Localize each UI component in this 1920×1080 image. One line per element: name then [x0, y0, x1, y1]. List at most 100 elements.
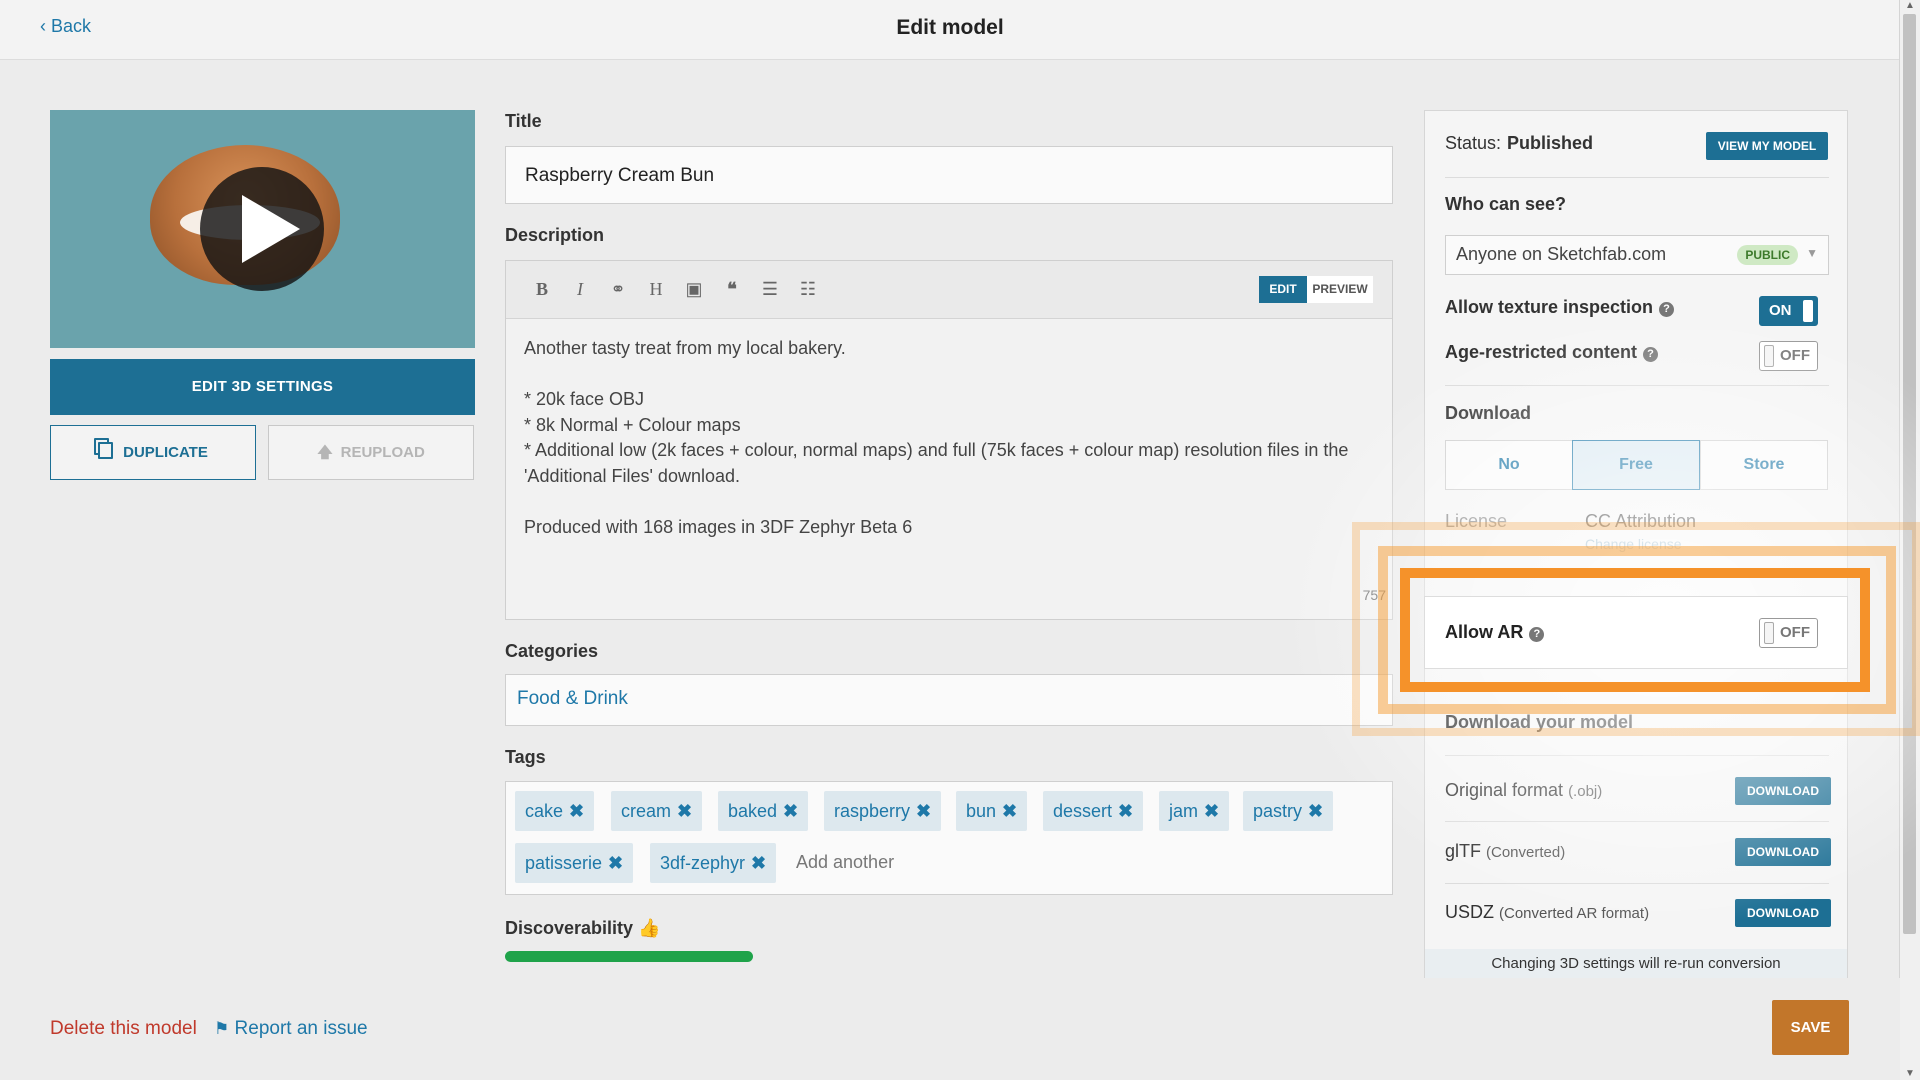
- add-tag-input[interactable]: Add another: [796, 852, 894, 873]
- status-label: Status:: [1445, 133, 1502, 153]
- remove-tag-icon[interactable]: ✖: [1308, 801, 1323, 821]
- visibility-value: Anyone on Sketchfab.com: [1456, 244, 1667, 264]
- bullet-list-icon[interactable]: ☷: [797, 279, 819, 300]
- remove-tag-icon[interactable]: ✖: [677, 801, 692, 821]
- tab-preview[interactable]: PREVIEW: [1307, 276, 1373, 303]
- download-usdz-button[interactable]: DOWNLOAD: [1735, 899, 1831, 927]
- conversion-note: Changing 3D settings will re-run convers…: [1425, 949, 1847, 979]
- texture-inspection-toggle[interactable]: ON: [1759, 296, 1818, 326]
- divider: [1445, 883, 1829, 884]
- tag-chip: jam ✖: [1159, 791, 1230, 831]
- flag-icon: ⚑: [214, 1019, 230, 1038]
- allow-ar-row: Allow AR? OFF: [1424, 596, 1848, 669]
- format-gltf: glTF (Converted): [1445, 841, 1565, 862]
- visibility-select[interactable]: Anyone on Sketchfab.com PUBLIC ▼: [1445, 235, 1829, 275]
- play-icon: [242, 195, 300, 263]
- top-bar: ‹ Back Edit model: [0, 0, 1900, 60]
- report-issue-link[interactable]: ⚑ Report an issue: [214, 1018, 368, 1040]
- help-icon[interactable]: ?: [1529, 627, 1545, 642]
- duplicate-label: DUPLICATE: [123, 444, 208, 461]
- toggle-knob: [1764, 345, 1774, 367]
- description-line: * 8k Normal + Colour maps: [524, 414, 741, 435]
- download-option-no[interactable]: No: [1445, 440, 1573, 490]
- copy-icon: [98, 442, 114, 459]
- tag-chip: bun ✖: [956, 791, 1028, 831]
- format-name: Original format: [1445, 780, 1564, 800]
- format-name: USDZ: [1445, 902, 1494, 922]
- change-license-link[interactable]: Change license: [1585, 536, 1682, 552]
- description-editor[interactable]: B I ⚭ H ▣ ❝ ☰ ☷ EDIT PREVIEW Another tas…: [505, 260, 1393, 620]
- image-icon[interactable]: ▣: [683, 279, 705, 300]
- remove-tag-icon[interactable]: ✖: [916, 801, 931, 821]
- title-input[interactable]: Raspberry Cream Bun: [505, 146, 1393, 204]
- description-line: [524, 489, 1384, 515]
- numbered-list-icon[interactable]: ☰: [759, 279, 781, 300]
- scrollbar[interactable]: ▲ ▼: [1899, 0, 1920, 1080]
- description-line: * Additional low (2k faces + colour, nor…: [524, 440, 1349, 486]
- footer-bar: Delete this model ⚑ Report an issue SAVE: [0, 978, 1900, 1080]
- character-counter: 757: [1362, 587, 1386, 603]
- scroll-down-arrow-icon[interactable]: ▼: [1904, 1068, 1916, 1080]
- tag-label: dessert: [1053, 801, 1113, 821]
- duplicate-button[interactable]: DUPLICATE: [50, 425, 256, 480]
- report-issue-label: Report an issue: [234, 1018, 368, 1039]
- italic-icon[interactable]: I: [569, 279, 591, 300]
- download-original-button[interactable]: DOWNLOAD: [1735, 777, 1831, 805]
- tab-edit[interactable]: EDIT: [1259, 276, 1307, 303]
- allow-ar-toggle[interactable]: OFF: [1759, 618, 1818, 648]
- tag-label: raspberry: [834, 801, 911, 821]
- reupload-button[interactable]: 🡅 REUPLOAD: [268, 425, 474, 480]
- tag-label: cream: [621, 801, 672, 821]
- format-usdz: USDZ (Converted AR format): [1445, 902, 1649, 923]
- download-gltf-button[interactable]: DOWNLOAD: [1735, 838, 1831, 866]
- tag-label: bun: [966, 801, 997, 821]
- play-button[interactable]: [200, 167, 324, 291]
- license-label: License: [1445, 511, 1508, 531]
- tags-input[interactable]: cake ✖ cream ✖ baked ✖ raspberry ✖ bun ✖ dess…: [505, 781, 1393, 895]
- toggle-knob: [1803, 300, 1813, 322]
- view-my-model-button[interactable]: VIEW MY MODEL: [1706, 132, 1828, 160]
- format-original: Original format (.obj): [1445, 780, 1602, 801]
- tag-chip: baked ✖: [718, 791, 809, 831]
- allow-ar-text: Allow AR: [1445, 622, 1524, 642]
- description-line: Produced with 168 images in 3DF Zephyr B…: [524, 516, 913, 537]
- remove-tag-icon[interactable]: ✖: [608, 853, 623, 873]
- settings-panel: Status: Published VIEW MY MODEL Who can …: [1424, 110, 1848, 980]
- tag-label: 3df-zephyr: [660, 853, 746, 873]
- delete-model-link[interactable]: Delete this model: [50, 1018, 197, 1040]
- format-note: (Converted AR format): [1499, 905, 1650, 922]
- description-label: Description: [505, 225, 605, 245]
- tag-label: patisserie: [525, 853, 603, 873]
- link-icon[interactable]: ⚭: [607, 279, 629, 300]
- editor-toolbar: B I ⚭ H ▣ ❝ ☰ ☷ EDIT PREVIEW: [506, 261, 1392, 319]
- help-icon[interactable]: ?: [1643, 347, 1659, 362]
- model-thumbnail[interactable]: [50, 110, 475, 348]
- scroll-thumb[interactable]: [1903, 14, 1916, 934]
- download-option-store[interactable]: Store: [1700, 440, 1828, 490]
- description-line: [524, 362, 1384, 388]
- help-icon[interactable]: ?: [1659, 302, 1675, 317]
- remove-tag-icon[interactable]: ✖: [751, 853, 766, 873]
- heading-icon[interactable]: H: [645, 279, 667, 300]
- age-restricted-label: Age-restricted content?: [1445, 342, 1659, 363]
- description-line: * 20k face OBJ: [524, 389, 645, 409]
- quote-icon[interactable]: ❝: [721, 279, 743, 300]
- thumbs-up-icon: 👍: [638, 918, 661, 938]
- remove-tag-icon[interactable]: ✖: [569, 801, 584, 821]
- categories-label: Categories: [505, 641, 599, 661]
- age-restricted-toggle[interactable]: OFF: [1759, 341, 1818, 371]
- remove-tag-icon[interactable]: ✖: [1204, 801, 1219, 821]
- category-select[interactable]: Food & Drink: [505, 674, 1393, 726]
- save-button[interactable]: SAVE: [1772, 1000, 1849, 1055]
- tag-chip: raspberry ✖: [824, 791, 942, 831]
- description-text[interactable]: Another tasty treat from my local bakery…: [524, 336, 1384, 540]
- bold-icon[interactable]: B: [531, 279, 553, 300]
- remove-tag-icon[interactable]: ✖: [783, 801, 798, 821]
- remove-tag-icon[interactable]: ✖: [1118, 801, 1133, 821]
- tag-chip: dessert ✖: [1043, 791, 1144, 831]
- remove-tag-icon[interactable]: ✖: [1002, 801, 1017, 821]
- edit-3d-settings-button[interactable]: EDIT 3D SETTINGS: [50, 359, 475, 415]
- texture-inspection-label: Allow texture inspection?: [1445, 297, 1675, 318]
- scroll-up-arrow-icon[interactable]: ▲: [1904, 0, 1916, 12]
- download-option-free[interactable]: Free: [1572, 440, 1700, 490]
